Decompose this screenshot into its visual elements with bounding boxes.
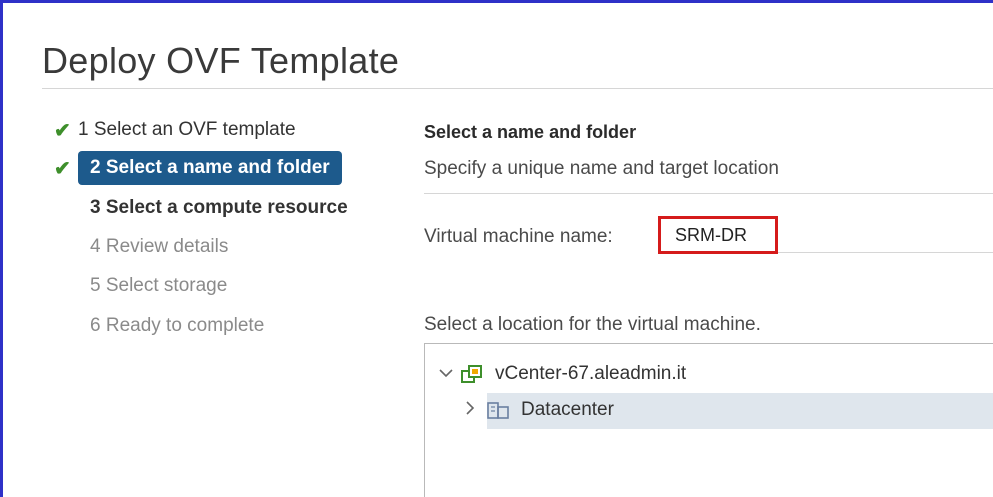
step-select-name-folder[interactable]: 2 Select a name and folder xyxy=(78,151,342,185)
step-review-details[interactable]: 4 Review details xyxy=(90,230,228,264)
tree-node-label: vCenter-67.aleadmin.it xyxy=(495,363,687,384)
step-label: 2 Select a name and folder xyxy=(90,157,330,178)
title-divider xyxy=(42,88,993,89)
datacenter-icon xyxy=(487,400,513,420)
step-ready-to-complete[interactable]: 6 Ready to complete xyxy=(90,309,264,343)
location-label: Select a location for the virtual machin… xyxy=(424,314,761,335)
step-label: 5 Select storage xyxy=(90,275,228,296)
input-underline xyxy=(778,252,993,253)
step-check-2: ✔ xyxy=(54,151,78,185)
step-label: 1 Select an OVF template xyxy=(78,119,296,140)
dialog-title: Deploy OVF Template xyxy=(42,40,400,81)
step-label: 4 Review details xyxy=(90,236,229,257)
tree-node-label: Datacenter xyxy=(521,399,614,420)
vm-name-input[interactable] xyxy=(658,216,778,254)
check-icon: ✔ xyxy=(54,157,71,180)
chevron-right-icon[interactable] xyxy=(465,400,487,420)
tree-node-datacenter[interactable]: Datacenter xyxy=(465,393,993,427)
vcenter-icon xyxy=(461,364,487,384)
section-subtitle: Specify a unique name and target locatio… xyxy=(424,158,779,179)
step-select-compute-resource[interactable]: 3 Select a compute resource xyxy=(90,191,348,225)
step-label: 6 Ready to complete xyxy=(90,315,265,336)
step-label: 3 Select a compute resource xyxy=(90,197,348,218)
tree-node-vcenter[interactable]: vCenter-67.aleadmin.it xyxy=(439,357,686,391)
section-divider xyxy=(424,193,993,194)
chevron-down-icon[interactable] xyxy=(439,365,461,383)
location-tree[interactable]: vCenter-67.aleadmin.it Datacenter xyxy=(424,343,993,497)
vm-name-label: Virtual machine name: xyxy=(424,226,613,247)
section-title: Select a name and folder xyxy=(424,122,637,142)
step-select-ovf-template[interactable]: ✔ 1 Select an OVF template xyxy=(54,113,296,147)
step-select-storage[interactable]: 5 Select storage xyxy=(90,269,227,303)
check-icon: ✔ xyxy=(54,119,71,142)
